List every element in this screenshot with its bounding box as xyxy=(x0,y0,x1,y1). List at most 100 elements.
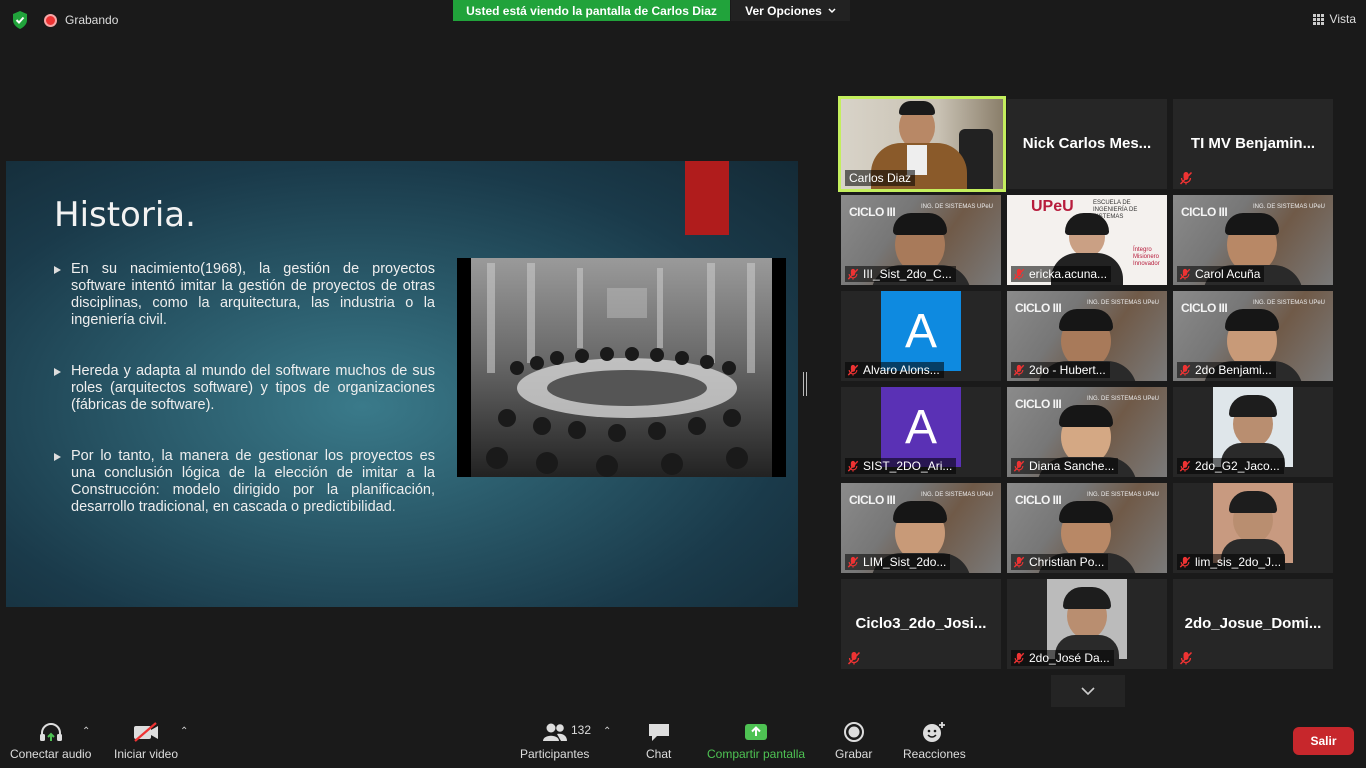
mic-muted-icon xyxy=(1013,267,1025,280)
participant-tile[interactable]: lim_sis_2do_J... xyxy=(1173,483,1333,573)
record-button[interactable]: Grabar xyxy=(835,721,872,761)
slide-bullets: En su nacimiento(1968), la gestión de pr… xyxy=(54,261,435,550)
bullet-text: Por lo tanto, la manera de gestionar los… xyxy=(71,448,435,515)
participants-options-caret-icon[interactable]: ⌃ xyxy=(603,726,611,737)
ciclo-label: CICLO III xyxy=(1015,493,1062,507)
panel-resize-handle[interactable] xyxy=(803,372,807,396)
view-label: Vista xyxy=(1329,12,1356,26)
participant-name: 2do_Josue_Domi... xyxy=(1184,615,1322,632)
share-screen-button[interactable]: Compartir pantalla xyxy=(707,721,805,761)
gallery-next-page-button[interactable] xyxy=(1051,675,1125,707)
shield-icon[interactable] xyxy=(10,10,30,30)
bullet-arrow-icon xyxy=(54,368,61,376)
participant-tile[interactable]: 2do_José Da... xyxy=(1007,579,1167,669)
reactions-button[interactable]: Reacciones xyxy=(903,721,966,761)
record-icon xyxy=(843,722,864,742)
participant-name: Christian Po... xyxy=(1011,554,1109,570)
participant-tile[interactable]: A Alvaro Alons... xyxy=(841,291,1001,381)
meeting-photo xyxy=(457,258,786,477)
participant-name: Carlos Diaz xyxy=(845,170,916,186)
mic-muted-icon xyxy=(847,555,859,568)
start-video-label: Iniciar video xyxy=(114,747,179,761)
ciclo-label: CICLO III xyxy=(849,205,896,219)
mic-muted-icon xyxy=(1179,651,1193,665)
upeu-line: Innovador xyxy=(1133,261,1160,267)
participant-name: Diana Sanche... xyxy=(1011,458,1119,474)
ciclo-label: CICLO III xyxy=(1015,301,1062,315)
chat-icon xyxy=(648,724,669,741)
connect-audio-label: Conectar audio xyxy=(10,747,92,761)
participant-tile[interactable]: 2do_G2_Jaco... xyxy=(1173,387,1333,477)
view-options-button[interactable]: Ver Opciones xyxy=(731,0,850,21)
mic-muted-icon xyxy=(1179,363,1191,376)
video-options-caret-icon[interactable]: ⌃ xyxy=(180,726,188,737)
mic-muted-icon xyxy=(1179,267,1191,280)
chevron-down-icon xyxy=(1081,687,1095,695)
participant-tile[interactable]: CICLO III ING. DE SISTEMAS UPeU III_Sist_2… xyxy=(841,195,1001,285)
participant-name: 2do - Hubert... xyxy=(1011,362,1110,378)
reactions-label: Reacciones xyxy=(903,747,966,761)
participant-tile[interactable]: Ciclo3_2do_Josi... xyxy=(841,579,1001,669)
ciclo-label: CICLO III xyxy=(1181,205,1228,219)
record-label: Grabar xyxy=(835,747,873,761)
mic-muted-icon xyxy=(1013,555,1025,568)
mic-muted-icon xyxy=(847,267,859,280)
chat-button[interactable]: Chat xyxy=(646,721,671,761)
participants-count: 132 xyxy=(571,723,592,737)
share-screen-label: Compartir pantalla xyxy=(707,747,806,761)
participant-name: LIM_Sist_2do... xyxy=(845,554,951,570)
participants-icon xyxy=(542,723,567,741)
headphones-icon xyxy=(39,723,62,741)
chevron-down-icon xyxy=(828,7,836,13)
slide-title: Historia. xyxy=(54,195,196,235)
upeu-logo: UPeU xyxy=(1031,198,1074,215)
recording-label: Grabando xyxy=(65,13,119,27)
upeu-mini-logo: ING. DE SISTEMAS UPeU xyxy=(920,204,993,210)
participant-tile[interactable]: CICLO III ING. DE SISTEMAS UPeU LIM_Sist_2… xyxy=(841,483,1001,573)
view-options-label: Ver Opciones xyxy=(745,3,822,18)
start-video-button[interactable]: Iniciar video xyxy=(114,721,178,761)
chat-label: Chat xyxy=(646,747,672,761)
participant-tile[interactable]: CICLO III ING. DE SISTEMAS UPeU 2do - Hube… xyxy=(1007,291,1167,381)
top-bar: Grabando Usted está viendo la pantalla d… xyxy=(0,0,1366,40)
participant-tile[interactable]: Nick Carlos Mes... xyxy=(1007,99,1167,189)
bullet-arrow-icon xyxy=(54,453,61,461)
shared-screen-slide: Historia. En su nacimiento(1968), la ges… xyxy=(6,161,798,607)
grid-icon xyxy=(1312,13,1324,25)
participant-tile[interactable]: Carlos Diaz xyxy=(838,96,1006,192)
bullet-text: En su nacimiento(1968), la gestión de pr… xyxy=(71,261,435,328)
participant-name: Nick Carlos Mes... xyxy=(1022,135,1152,152)
participant-tile[interactable]: CICLO III ING. DE SISTEMAS UPeU 2do Benjam… xyxy=(1173,291,1333,381)
bullet-text: Hereda y adapta al mundo del software mu… xyxy=(71,363,435,413)
connect-audio-button[interactable]: Conectar audio xyxy=(10,721,91,761)
participant-tile[interactable]: UPeU ESCUELA DE INGENIERÍA DE SISTEMAS Ínt… xyxy=(1007,195,1167,285)
mic-muted-icon xyxy=(1179,171,1193,185)
slide-bullet: En su nacimiento(1968), la gestión de pr… xyxy=(54,261,435,329)
participant-name: 2do_G2_Jaco... xyxy=(1177,458,1284,474)
view-button[interactable]: Vista xyxy=(1312,12,1356,26)
ciclo-label: CICLO III xyxy=(849,493,896,507)
participant-tile[interactable]: 2do_Josue_Domi... xyxy=(1173,579,1333,669)
mic-muted-icon xyxy=(847,651,861,665)
mic-muted-icon xyxy=(1179,555,1191,568)
mic-muted-icon xyxy=(1013,651,1025,664)
upeu-mini-logo: ING. DE SISTEMAS UPeU xyxy=(1252,204,1325,210)
participant-tile[interactable]: CICLO III ING. DE SISTEMAS UPeU Carol Acuñ… xyxy=(1173,195,1333,285)
participant-photo xyxy=(1047,579,1127,659)
slide-bullet: Hereda y adapta al mundo del software mu… xyxy=(54,363,435,414)
leave-meeting-button[interactable]: Salir xyxy=(1293,727,1354,755)
mic-muted-icon xyxy=(847,459,859,472)
slide-red-accent xyxy=(685,161,729,235)
participant-name: Ciclo3_2do_Josi... xyxy=(855,615,987,632)
participant-tile[interactable]: CICLO III ING. DE SISTEMAS UPeU Diana Sanc… xyxy=(1007,387,1167,477)
recording-indicator[interactable]: Grabando xyxy=(44,13,118,27)
mic-muted-icon xyxy=(1013,363,1025,376)
participant-tile[interactable]: A SIST_2DO_Ari... xyxy=(841,387,1001,477)
slide-bullet: Por lo tanto, la manera de gestionar los… xyxy=(54,448,435,516)
meeting-photo-image xyxy=(457,258,786,477)
participant-name: TI MV Benjamin... xyxy=(1190,135,1316,152)
audio-options-caret-icon[interactable]: ⌃ xyxy=(82,726,90,737)
ciclo-label: CICLO III xyxy=(1015,397,1062,411)
participant-tile[interactable]: TI MV Benjamin... xyxy=(1173,99,1333,189)
participant-tile[interactable]: CICLO III ING. DE SISTEMAS UPeU Christian … xyxy=(1007,483,1167,573)
